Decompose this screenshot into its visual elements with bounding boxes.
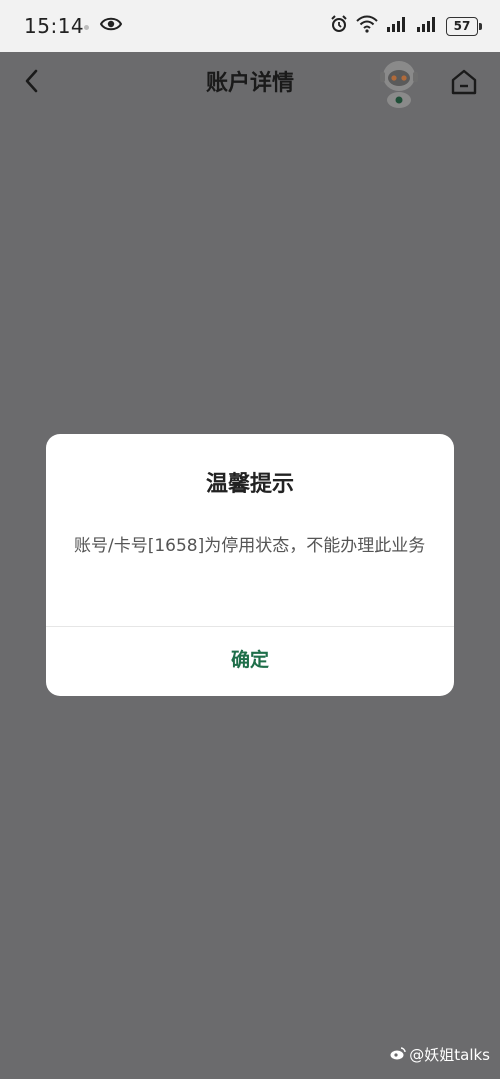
- page-title: 账户详情: [205, 71, 294, 96]
- confirm-button[interactable]: 确定: [46, 627, 454, 696]
- eye-icon: [99, 16, 123, 36]
- dialog-title: 温馨提示: [205, 472, 294, 497]
- battery-level: 57: [453, 19, 471, 33]
- header-bar: 账户详情: [0, 52, 500, 110]
- status-time: 15:14: [24, 14, 85, 38]
- weibo-icon: [390, 1046, 406, 1064]
- robot-assistant-icon[interactable]: [376, 56, 422, 108]
- watermark: @妖姐talks: [390, 1044, 490, 1065]
- status-bar: 15:14 57: [0, 0, 500, 52]
- status-icons: 57: [330, 14, 482, 38]
- home-icon[interactable]: [448, 66, 480, 98]
- wifi-icon: [356, 15, 378, 37]
- signal-icon: [416, 16, 438, 36]
- alarm-icon: [330, 15, 348, 37]
- signal-icon: [386, 16, 408, 36]
- notification-dot: [84, 25, 89, 30]
- dialog-message: 账号/卡号[1658]为停用状态，不能办理此业务: [74, 536, 426, 556]
- alert-dialog: 温馨提示 账号/卡号[1658]为停用状态，不能办理此业务 确定: [46, 434, 454, 696]
- watermark-text: @妖姐talks: [409, 1046, 490, 1064]
- battery-icon: 57: [446, 16, 482, 36]
